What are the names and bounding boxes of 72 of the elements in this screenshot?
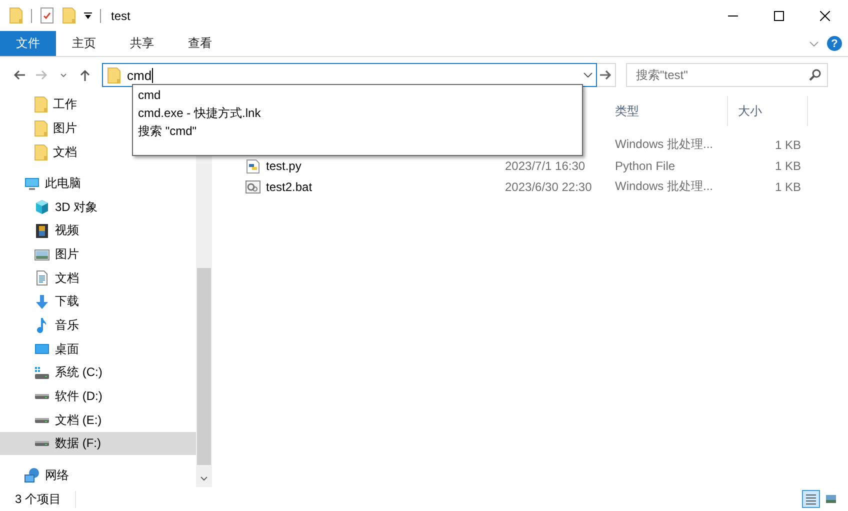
suggestion-item[interactable]: cmd.exe - 快捷方式.lnk: [138, 104, 577, 122]
ribbon-tab[interactable]: 查看: [172, 31, 228, 56]
nav-item[interactable]: 文档 (E:): [0, 408, 196, 432]
nav-item[interactable]: 视频: [0, 219, 196, 243]
right-arrow-icon: [600, 70, 612, 80]
up-arrow-icon: [79, 68, 91, 82]
image-icon: [34, 246, 50, 263]
folder-icon: [34, 144, 48, 161]
size-cell: 1 KB: [774, 138, 801, 152]
folder-icon: [62, 7, 76, 24]
ribbon-tab[interactable]: 共享: [114, 31, 170, 56]
checklist-icon[interactable]: [40, 7, 54, 24]
nav-item[interactable]: 网络: [0, 463, 196, 487]
nav-item[interactable]: 此电脑: [0, 172, 196, 196]
type-cell: Windows 批处理...: [615, 136, 714, 153]
list-icon: [805, 493, 817, 505]
download-arrow-icon: [34, 294, 50, 310]
help-button[interactable]: ?: [827, 36, 842, 51]
nav-item[interactable]: 系统 (C:): [0, 360, 196, 385]
film-icon: [34, 222, 50, 239]
folder-icon: [9, 7, 23, 24]
forward-arrow-icon: [34, 69, 48, 81]
nav-item[interactable]: 图片: [0, 242, 196, 266]
chevron-down-icon[interactable]: [200, 476, 208, 481]
cube-icon: [34, 199, 50, 216]
image-icon: [825, 493, 837, 505]
size-cell: 1 KB: [774, 180, 801, 194]
folder-icon: [34, 120, 48, 137]
computer-icon: [24, 176, 40, 192]
chevron-down-icon[interactable]: [809, 40, 819, 46]
suggestion-item[interactable]: cmd: [138, 86, 577, 104]
nav-item[interactable]: 音乐: [0, 314, 196, 338]
nav-item[interactable]: 3D 对象: [0, 195, 196, 220]
gear-file-icon: [245, 178, 261, 194]
folder-icon: [107, 66, 121, 84]
column-header[interactable]: 类型: [605, 96, 728, 126]
search-icon: [809, 69, 821, 81]
type-cell: Python File: [615, 158, 676, 172]
system-drive-icon: [34, 364, 50, 381]
document-icon: [34, 270, 50, 286]
go-button[interactable]: [597, 63, 616, 87]
drive-icon: [34, 416, 50, 424]
python-file-icon: [245, 158, 261, 174]
column-header[interactable]: 大小: [728, 96, 808, 126]
drive-icon: [34, 392, 50, 400]
back-arrow-icon: [12, 69, 26, 81]
nav-item[interactable]: 下载: [0, 290, 196, 314]
maximize-icon: [774, 10, 784, 20]
close-icon: [820, 10, 830, 20]
folder-icon: [34, 96, 48, 114]
dropdown-icon[interactable]: [84, 12, 92, 20]
ribbon-tab[interactable]: 主页: [56, 31, 112, 56]
type-cell: Windows 批处理...: [615, 178, 714, 195]
date-cell: 2023/6/30 22:30: [505, 180, 592, 194]
ribbon-tab[interactable]: 文件: [0, 31, 56, 56]
nav-item[interactable]: 软件 (D:): [0, 384, 196, 408]
item-count: 3 个项目: [15, 490, 76, 508]
file-name[interactable]: test.py: [266, 158, 302, 172]
details-view-button[interactable]: [802, 490, 820, 508]
nav-item[interactable]: 文档: [0, 140, 196, 164]
window-title: test: [111, 8, 130, 22]
nav-item[interactable]: 桌面: [0, 337, 196, 361]
size-cell: 1 KB: [774, 158, 801, 172]
nav-item[interactable]: 数据 (F:): [0, 432, 196, 456]
nav-item[interactable]: 文档: [0, 266, 196, 290]
file-name[interactable]: test2.bat: [266, 180, 312, 194]
network-icon: [24, 467, 40, 484]
suggestion-item[interactable]: 搜索 "cmd": [138, 122, 577, 140]
search-field[interactable]: 搜索"test": [626, 63, 828, 87]
drive-icon: [34, 440, 50, 448]
date-cell: 2023/7/1 16:30: [505, 158, 586, 172]
chevron-down-icon: [60, 72, 66, 78]
